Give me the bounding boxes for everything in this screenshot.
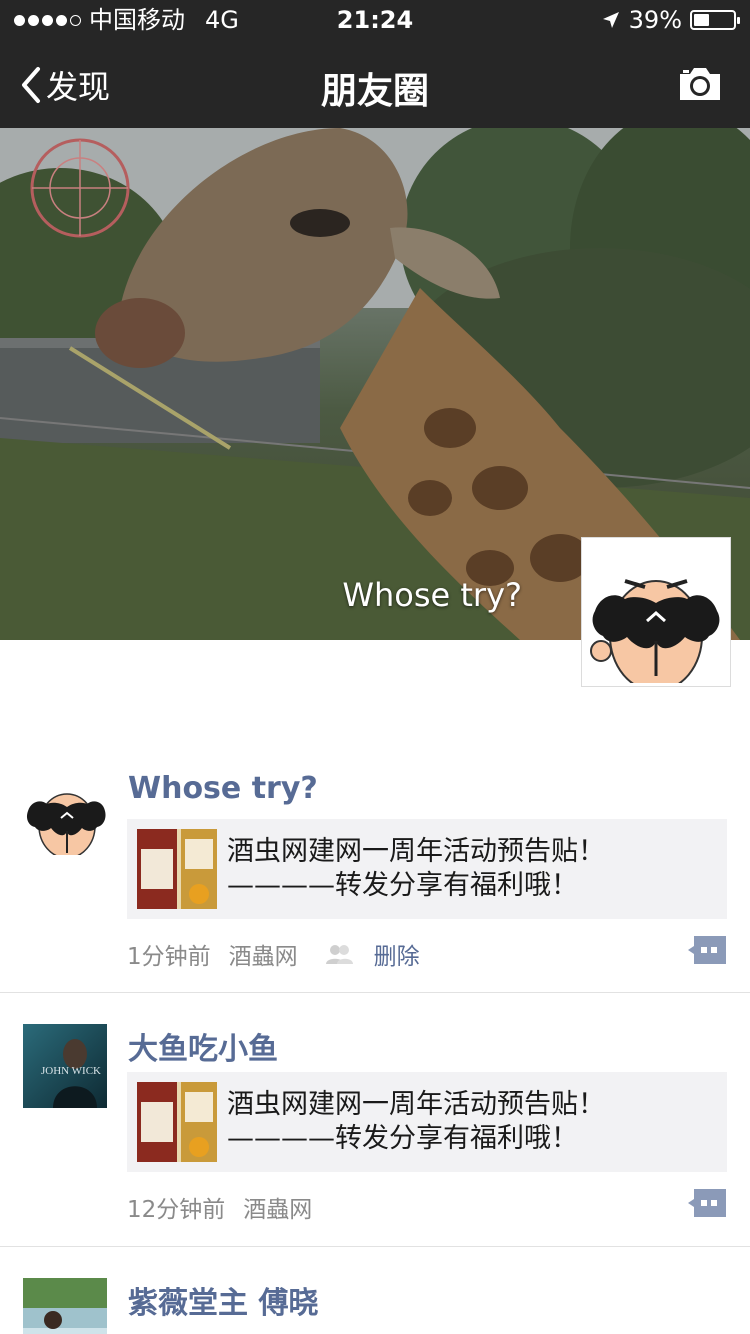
post-source[interactable]: 酒蟲网 [229, 937, 298, 971]
shared-link-title: 酒虫网建网一周年活动预告贴！ ————转发分享有福利哦！ [227, 836, 605, 901]
battery-icon [690, 10, 740, 30]
page-title: 朋友圈 [320, 71, 429, 112]
post-avatar[interactable] [23, 771, 107, 855]
status-bar: 中国移动 4G 21:24 39% [0, 0, 750, 40]
movie-poster-avatar-image: JOHN WICK [23, 1024, 107, 1108]
top-bar: 中国移动 4G 21:24 39% 发现 朋友圈 [0, 0, 750, 128]
link-thumbnail [137, 1082, 217, 1162]
poster-title: JOHN WICK [41, 1065, 101, 1077]
profile-avatar[interactable] [581, 537, 731, 687]
post-time: 12分钟前 [127, 1197, 226, 1223]
shared-link-card[interactable]: 酒虫网建网一周年活动预告贴！ ————转发分享有福利哦！ [127, 819, 727, 919]
battery-percent: 39% [628, 6, 682, 34]
cartoon-avatar-image [23, 771, 107, 855]
post-author-name[interactable]: Whose try? [128, 771, 318, 806]
post-author-name[interactable]: 大鱼吃小鱼 [128, 1024, 278, 1068]
post-avatar[interactable] [23, 1278, 107, 1334]
shared-link-title: 酒虫网建网一周年活动预告贴！ ————转发分享有福利哦！ [227, 1089, 605, 1154]
post-divider [0, 1246, 750, 1247]
delete-button[interactable]: 删除 [374, 937, 420, 971]
post-meta: 1分钟前 酒蟲网 删除 [127, 937, 438, 971]
post-avatar[interactable]: JOHN WICK [23, 1024, 107, 1108]
comment-icon[interactable] [688, 936, 726, 964]
post-time: 1分钟前 [127, 944, 211, 970]
shared-link-card[interactable]: 酒虫网建网一周年活动预告贴！ ————转发分享有福利哦！ [127, 1072, 727, 1172]
post-author-name[interactable]: 紫薇堂主 傅晓 [128, 1278, 318, 1322]
post-source[interactable]: 酒蟲网 [243, 1190, 312, 1224]
post-divider [0, 992, 750, 993]
cover-user-name[interactable]: Whose try? [342, 576, 522, 614]
navigation-bar: 发现 朋友圈 [0, 40, 750, 128]
friends-visibility-icon[interactable] [324, 943, 354, 965]
wine-bottles-image [137, 1082, 217, 1162]
post-meta: 12分钟前 酒蟲网 [127, 1190, 330, 1224]
location-arrow-icon [602, 12, 619, 28]
comment-icon[interactable] [688, 1189, 726, 1217]
person-photo-avatar-image [23, 1278, 107, 1334]
cartoon-avatar-image [585, 541, 727, 683]
wine-bottles-image [137, 829, 217, 909]
camera-icon[interactable] [676, 64, 724, 104]
link-thumbnail [137, 829, 217, 909]
